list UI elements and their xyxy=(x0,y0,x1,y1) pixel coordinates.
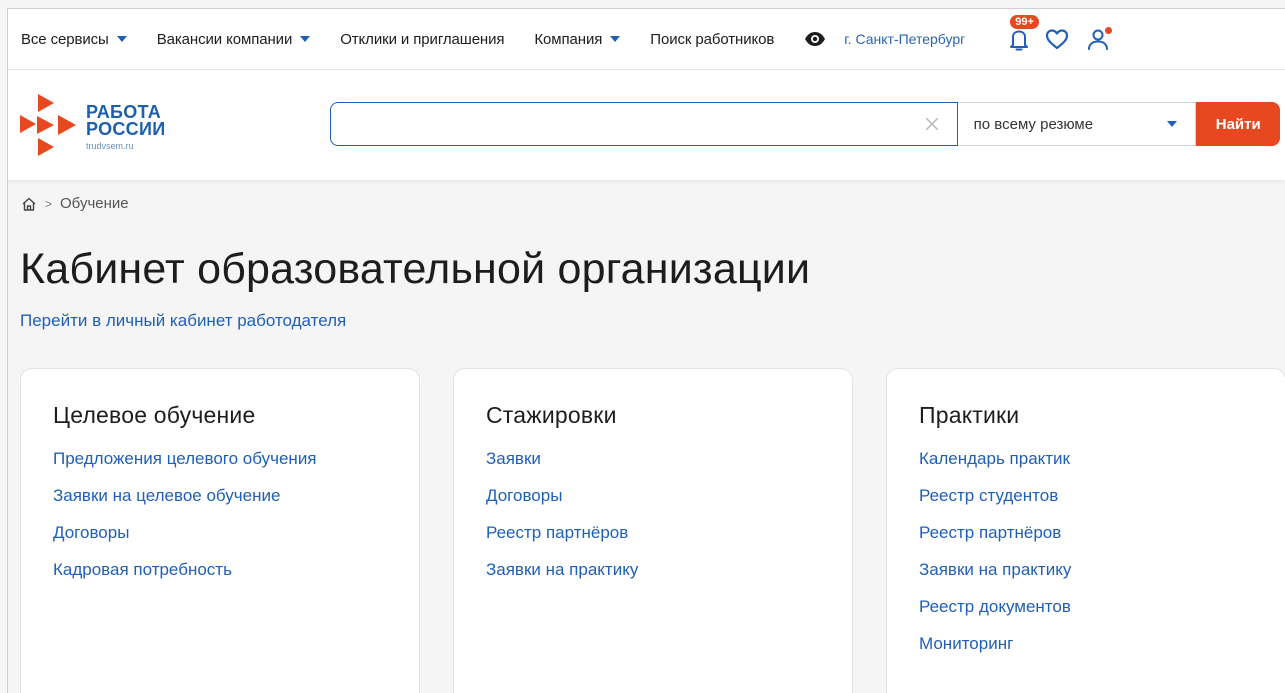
nav-responses-invitations-label: Отклики и приглашения xyxy=(340,30,505,48)
card-internships: Стажировки Заявки Договоры Реестр партнё… xyxy=(453,368,853,693)
nav-company-label: Компания xyxy=(534,30,603,48)
user-actions: 99+ xyxy=(1005,15,1113,53)
nav-company-vacancies[interactable]: Вакансии компании xyxy=(156,30,311,48)
search-bar: по всему резюме Найти xyxy=(330,102,1280,146)
card-link[interactable]: Мониторинг xyxy=(919,634,1253,654)
logo-icon xyxy=(20,94,76,156)
nav-company[interactable]: Компания xyxy=(534,30,621,48)
card-link[interactable]: Реестр партнёров xyxy=(919,523,1253,543)
logo-line-2: РОССИИ xyxy=(86,119,166,139)
card-link[interactable]: Договоры xyxy=(486,486,820,506)
city-selector[interactable]: г. Санкт-Петербург xyxy=(844,31,965,47)
card-link[interactable]: Календарь практик xyxy=(919,449,1253,469)
nav-all-services-label: Все сервисы xyxy=(21,30,109,48)
card-title: Целевое обучение xyxy=(53,402,256,428)
employer-cabinet-link[interactable]: Перейти в личный кабинет работодателя xyxy=(20,311,346,331)
nav-find-workers-label: Поиск работников xyxy=(650,30,775,48)
top-navigation: Все сервисы Вакансии компании Отклики и … xyxy=(8,9,1285,70)
card-title: Практики xyxy=(919,402,1020,428)
chevron-down-icon xyxy=(300,36,311,42)
site-logo[interactable]: РАБОТА РОССИИ trudvsem.ru xyxy=(20,94,165,156)
close-icon[interactable] xyxy=(924,116,940,132)
card-link[interactable]: Заявки на практику xyxy=(919,560,1253,580)
site-header: РАБОТА РОССИИ trudvsem.ru по всему резюм… xyxy=(8,70,1285,180)
card-target-training: Целевое обучение Предложения целевого об… xyxy=(20,368,420,693)
bell-icon xyxy=(1010,30,1029,51)
chevron-down-icon xyxy=(116,36,127,42)
search-scope-select[interactable]: по всему резюме xyxy=(957,102,1197,146)
profile-indicator xyxy=(1105,27,1113,34)
notifications-badge: 99+ xyxy=(1010,15,1039,29)
card-link[interactable]: Договоры xyxy=(53,523,387,543)
card-link[interactable]: Заявки xyxy=(486,449,820,469)
notifications-button[interactable]: 99+ xyxy=(1005,15,1039,53)
nav-all-services[interactable]: Все сервисы xyxy=(21,31,127,48)
card-link[interactable]: Заявки на практику xyxy=(486,560,820,580)
profile-button[interactable] xyxy=(1086,25,1113,53)
card-link[interactable]: Кадровая потребность xyxy=(53,560,387,580)
home-icon[interactable] xyxy=(21,196,37,212)
breadcrumb: > Обучение xyxy=(21,195,129,212)
nav-find-workers[interactable]: Поиск работников xyxy=(650,31,774,48)
logo-domain: trudvsem.ru xyxy=(86,141,134,151)
search-scope-value: по всему резюме xyxy=(973,115,1094,133)
card-link[interactable]: Предложения целевого обучения xyxy=(53,449,387,469)
nav-responses-invitations[interactable]: Отклики и приглашения xyxy=(340,31,504,48)
card-link[interactable]: Реестр студентов xyxy=(919,486,1253,506)
card-link[interactable]: Реестр партнёров xyxy=(486,523,820,543)
chevron-down-icon xyxy=(610,36,621,42)
card-link[interactable]: Заявки на целевое обучение xyxy=(53,486,387,506)
breadcrumb-separator: > xyxy=(45,196,53,211)
logo-text: РАБОТА РОССИИ trudvsem.ru xyxy=(86,103,166,151)
eye-icon[interactable] xyxy=(804,28,826,50)
card-link[interactable]: Реестр документов xyxy=(919,597,1253,617)
browser-viewport: Все сервисы Вакансии компании Отклики и … xyxy=(7,8,1285,693)
favorites-button[interactable] xyxy=(1043,25,1071,53)
page-title: Кабинет образовательной организации xyxy=(20,245,811,293)
search-input[interactable] xyxy=(330,102,958,146)
heart-icon xyxy=(1046,29,1069,50)
breadcrumb-current: Обучение xyxy=(60,195,129,212)
nav-company-vacancies-label: Вакансии компании xyxy=(156,30,293,48)
chevron-down-icon xyxy=(1167,121,1178,127)
search-button[interactable]: Найти xyxy=(1196,102,1280,146)
card-practices: Практики Календарь практик Реестр студен… xyxy=(886,368,1285,693)
card-title: Стажировки xyxy=(486,402,617,428)
